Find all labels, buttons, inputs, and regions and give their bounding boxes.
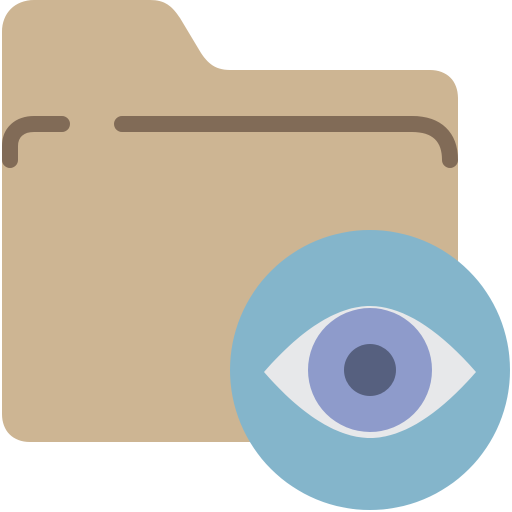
folder-view-icon <box>1 0 510 510</box>
eye-badge <box>230 230 510 510</box>
folder-eye-illustration <box>0 0 512 512</box>
eye-pupil <box>344 344 396 396</box>
